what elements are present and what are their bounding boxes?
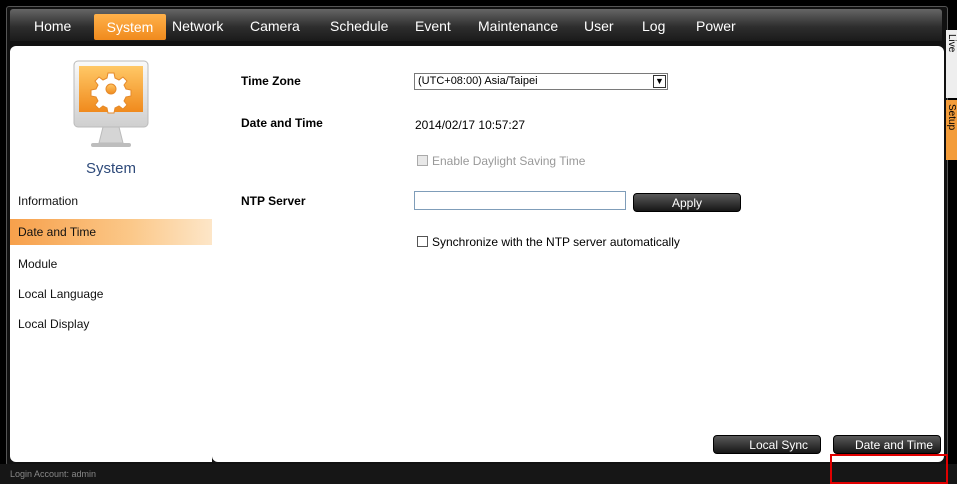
main-content: Time Zone (UTC+08:00) Asia/Taipei ▼ Date… — [212, 46, 944, 462]
sidebar-item-date-and-time[interactable]: Date and Time — [10, 219, 212, 245]
sidebar-item-module[interactable]: Module — [10, 251, 212, 277]
nav-log[interactable]: Log — [636, 15, 671, 37]
datetime-label: Date and Time — [241, 116, 323, 130]
sidebar-item-information[interactable]: Information — [10, 188, 212, 214]
sidebar-item-local-display[interactable]: Local Display — [10, 311, 212, 337]
local-sync-button[interactable]: Local Sync — [713, 435, 821, 454]
apply-button-label: Apply — [671, 196, 703, 210]
dst-checkbox — [417, 155, 428, 166]
nav-event[interactable]: Event — [409, 15, 457, 37]
nav-maintenance[interactable]: Maintenance — [472, 15, 564, 37]
tab-setup-label: Setup — [946, 104, 957, 131]
sidebar-title: System — [85, 160, 136, 177]
chevron-down-icon[interactable]: ▼ — [653, 75, 666, 88]
nav-network[interactable]: Network — [166, 15, 229, 37]
nav-camera[interactable]: Camera — [244, 15, 306, 37]
timezone-select[interactable]: (UTC+08:00) Asia/Taipei ▼ — [414, 73, 668, 90]
ntp-server-input[interactable] — [414, 191, 626, 210]
nav-system[interactable]: System — [94, 14, 166, 40]
local-sync-button-label: Local Sync — [749, 438, 808, 452]
date-and-time-button[interactable]: Date and Time — [833, 435, 941, 454]
ntp-sync-label: Synchronize with the NTP server automati… — [432, 235, 680, 249]
tab-live[interactable]: Live — [946, 30, 957, 98]
system-monitor-icon — [73, 60, 149, 147]
ntp-server-label: NTP Server — [241, 194, 306, 208]
nav-home[interactable]: Home — [28, 15, 77, 37]
nav-schedule[interactable]: Schedule — [324, 15, 394, 37]
timezone-label: Time Zone — [241, 74, 301, 88]
dst-label: Enable Daylight Saving Time — [432, 154, 586, 168]
top-nav-bar: Home System Network Camera Schedule Even… — [10, 9, 942, 41]
ntp-sync-checkbox[interactable] — [417, 236, 428, 247]
timezone-value: (UTC+08:00) Asia/Taipei — [418, 75, 538, 87]
highlight-box — [830, 454, 948, 484]
status-bar — [0, 464, 957, 484]
tab-live-label: Live — [946, 34, 957, 53]
nav-power[interactable]: Power — [690, 15, 742, 37]
sidebar: System Information Date and Time Module … — [10, 46, 212, 462]
date-and-time-button-label: Date and Time — [854, 438, 933, 452]
tab-setup[interactable]: Setup — [946, 100, 957, 160]
nav-user[interactable]: User — [578, 15, 620, 37]
datetime-value: 2014/02/17 10:57:27 — [415, 118, 526, 132]
login-account-text: Login Account: admin — [10, 469, 97, 479]
apply-button[interactable]: Apply — [633, 193, 741, 212]
sidebar-item-local-language[interactable]: Local Language — [10, 281, 212, 307]
